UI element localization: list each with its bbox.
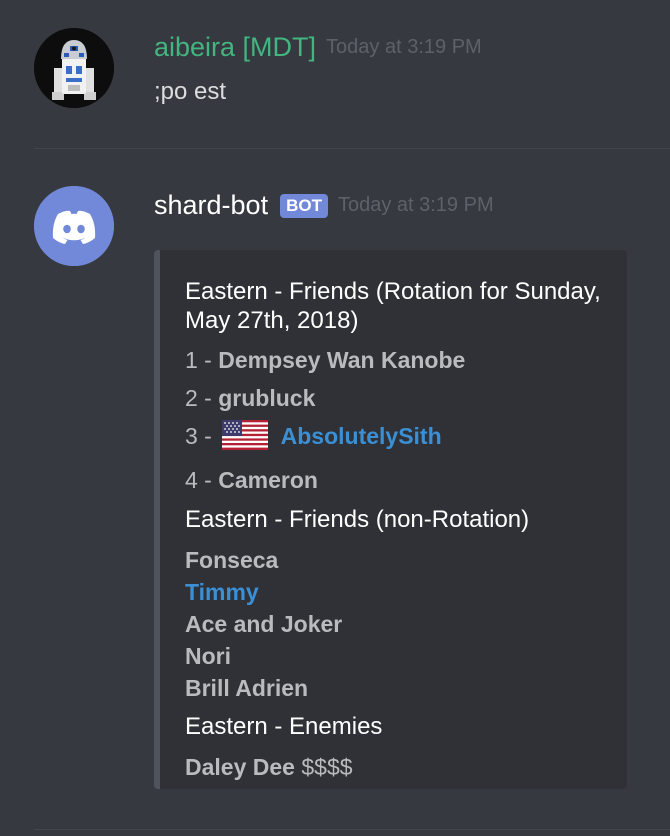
username[interactable]: aibeira [MDT] xyxy=(154,32,316,62)
list-item: 1 - Dempsey Wan Kanobe xyxy=(185,347,466,373)
message-divider xyxy=(34,829,670,830)
enemies-title: Eastern - Enemies xyxy=(185,713,383,740)
player-name: grubluck xyxy=(218,385,316,411)
list-item: Daley Dee $$$$ xyxy=(185,751,615,783)
list-item: Nori xyxy=(185,643,231,669)
message-aibeira: aibeira [MDT] Today at 3:19 PM ;po est xyxy=(0,0,670,148)
r2d2-avatar-icon[interactable] xyxy=(34,28,114,108)
non-rotation-list: Fonseca Timmy Ace and Joker Nori Brill A… xyxy=(185,544,615,704)
message-shard-bot: shard-bot BOT Today at 3:19 PM Eastern - F… xyxy=(0,150,670,830)
embed-body: Eastern - Friends (Rotation for Sunday, … xyxy=(185,277,615,783)
list-item: 3 - AbsolutelySith xyxy=(185,417,615,461)
username[interactable]: shard-bot xyxy=(154,190,268,220)
player-name: Dempsey Wan Kanobe xyxy=(218,347,466,373)
player-name: Daley Dee xyxy=(185,754,295,780)
player-name: Cameron xyxy=(218,467,318,493)
list-item: 2 - grubluck xyxy=(185,385,316,411)
list-item: 4 - Cameron xyxy=(185,467,318,493)
message-header: aibeira [MDT] Today at 3:19 PM xyxy=(154,32,482,63)
player-name-link[interactable]: AbsolutelySith xyxy=(281,423,442,449)
chat-view: aibeira [MDT] Today at 3:19 PM ;po est sh… xyxy=(0,0,670,836)
timestamp: Today at 3:19 PM xyxy=(326,36,482,58)
list-item: Ace and Joker xyxy=(185,611,343,637)
message-content: ;po est xyxy=(154,78,227,105)
us-flag-icon xyxy=(222,420,269,461)
embed: Eastern - Friends (Rotation for Sunday, … xyxy=(154,250,627,789)
rotation-title: Eastern - Friends (Rotation for Sunday, … xyxy=(185,278,601,334)
timestamp: Today at 3:19 PM xyxy=(337,194,494,216)
bot-tag: BOT xyxy=(280,193,328,218)
list-item: Brill Adrien xyxy=(185,675,309,701)
message-header: shard-bot BOT Today at 3:19 PM xyxy=(154,190,494,221)
discord-logo-icon[interactable] xyxy=(34,186,114,266)
enemies-list: Daley Dee $$$$ xyxy=(185,751,615,783)
rotation-list: 1 - Dempsey Wan Kanobe 2 - grubluck 3 - xyxy=(185,341,615,499)
player-suffix: $$$$ xyxy=(294,754,353,780)
list-item: Fonseca xyxy=(185,547,279,573)
non-rotation-title: Eastern - Friends (non-Rotation) xyxy=(185,506,530,533)
player-name-link[interactable]: Timmy xyxy=(185,576,615,608)
message-divider xyxy=(34,148,670,149)
